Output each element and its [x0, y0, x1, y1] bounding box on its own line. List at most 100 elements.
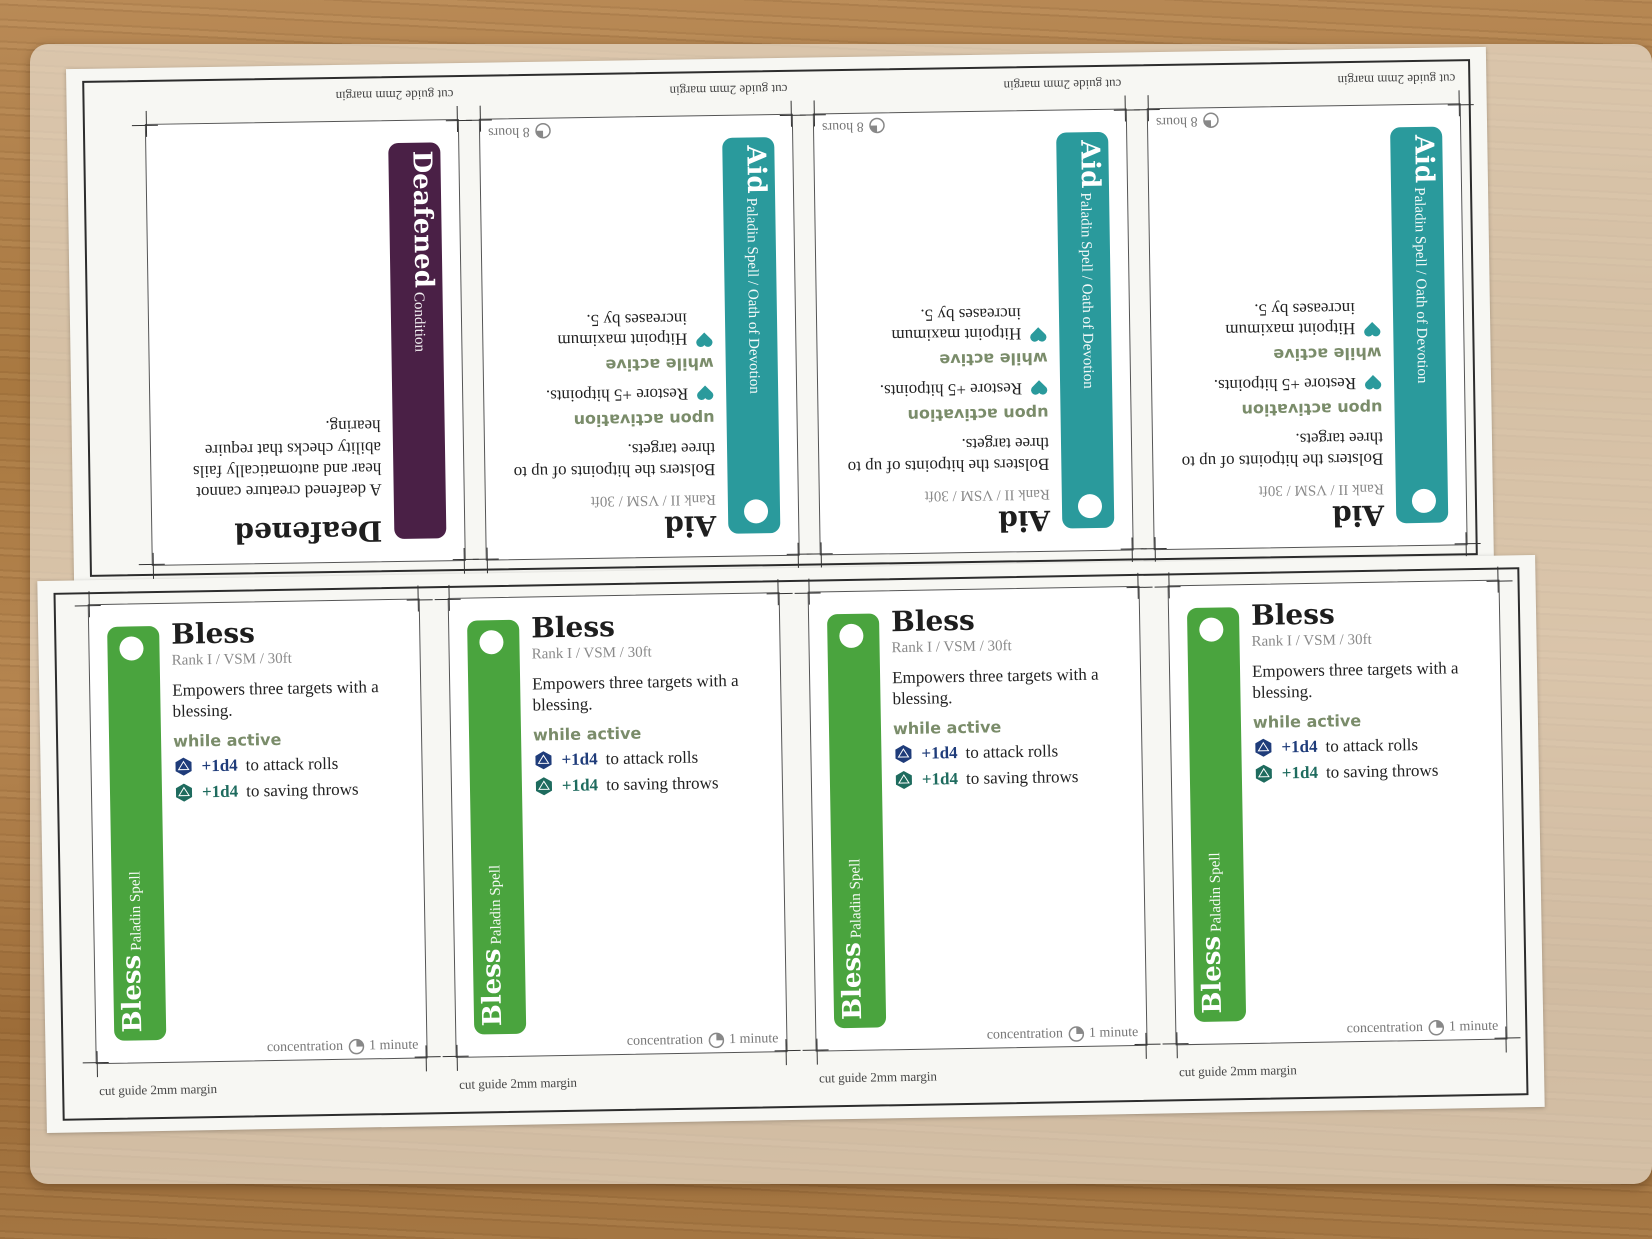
card-color-bar: Deafened Condition	[388, 142, 447, 540]
footer-label: concentration	[626, 1032, 704, 1049]
effect-bonus: +1d4	[561, 775, 599, 796]
card-description: Empowers three targets with a blessing.	[891, 664, 1099, 709]
duration: 1 minute	[728, 1031, 779, 1048]
d20-icon	[1255, 739, 1272, 758]
clock-icon	[1202, 112, 1219, 128]
clock-icon	[1068, 1026, 1084, 1042]
cut-guide-label: cut guide 2mm margin	[1337, 71, 1456, 89]
card-meta: Rank I / VSM / 30ft	[1251, 631, 1372, 650]
card-description: Empowers three targets with a blessing.	[172, 676, 379, 721]
d20-icon	[895, 771, 912, 790]
heart-icon	[696, 332, 713, 347]
duration: 1 minute	[1448, 1018, 1499, 1035]
punch-hole	[743, 499, 769, 524]
card-description: A deafened creature cannot hear and auto…	[192, 416, 382, 503]
card-title: Aid	[1331, 498, 1385, 533]
clock-icon	[534, 122, 551, 139]
punch-hole	[479, 629, 504, 655]
footer-label: concentration	[266, 1038, 344, 1056]
effect-bonus: +1d4	[561, 749, 598, 770]
card-meta: Rank II / VSM / 30ft	[924, 485, 1050, 504]
card-color-bar: Aid Paladin Spell / Oath of Devotion	[722, 137, 781, 534]
effect-text: to saving throws	[245, 779, 359, 801]
cut-guide-label: cut guide 2mm margin	[1178, 1062, 1297, 1080]
d20-icon	[1255, 765, 1272, 784]
while-active-label: while active	[1252, 711, 1362, 733]
bar-title: Bless	[116, 954, 149, 1033]
effect-bonus: +1d4	[921, 743, 958, 764]
bar-title: Bless	[1196, 935, 1229, 1014]
bar-title: Aid	[1074, 139, 1105, 189]
d20-icon	[535, 777, 553, 796]
bless-card: Bless Paladin Spell Bless Rank I / VSM / …	[87, 598, 428, 1098]
cut-guide-label: cut guide 2mm margin	[459, 1074, 578, 1092]
d20-icon	[175, 783, 193, 802]
card-color-bar: Aid Paladin Spell / Oath of Devotion	[1056, 131, 1115, 529]
upside-down-row: Aid Paladin Spell / Oath of Devotion Aid …	[66, 47, 1494, 589]
effect-text: to attack rolls	[965, 741, 1059, 763]
bar-title: Bless	[836, 942, 869, 1021]
bar-title: Aid	[1408, 134, 1439, 184]
effect-text: to attack rolls	[1325, 735, 1419, 756]
card-description: Empowers three targets with a blessing.	[1251, 658, 1459, 702]
duration: 1 minute	[368, 1037, 419, 1054]
while-effect: Hitpoint maximum increases by 5.	[891, 303, 1022, 345]
cut-guide-label: cut guide 2mm margin	[669, 81, 788, 99]
heart-icon	[1031, 380, 1048, 395]
cut-guide-label: cut guide 2mm margin	[335, 87, 454, 104]
footer-label: concentration	[1346, 1020, 1424, 1037]
effect-text: to attack rolls	[245, 754, 339, 775]
upon-effect: Restore +5 hitpoints.	[545, 384, 689, 406]
while-active-label: while active	[1273, 343, 1382, 364]
punch-hole	[1199, 617, 1224, 642]
clock-icon	[348, 1038, 364, 1055]
d20-icon	[895, 745, 912, 764]
heart-icon	[697, 385, 714, 401]
effect-text: to saving throws	[965, 767, 1079, 789]
effect-text: to attack rolls	[605, 747, 699, 769]
upon-activation-label: upon activation	[1241, 398, 1383, 420]
while-active-label: while active	[172, 730, 282, 752]
duration: 8 hours	[821, 118, 864, 135]
clock-icon	[708, 1032, 724, 1049]
card-title: Bless	[170, 616, 256, 651]
deafened-card: Deafened Condition Deafened A deafened cr…	[144, 87, 466, 566]
while-active-label: while active	[605, 353, 714, 375]
heart-icon	[1364, 321, 1381, 337]
bar-subtitle: Condition	[410, 291, 428, 353]
card-title: Bless	[530, 610, 616, 645]
card-description: Bolsters the hitpoints of up to three ta…	[513, 438, 716, 483]
bless-card: Bless Paladin Spell Bless Rank I / VSM / …	[807, 585, 1148, 1086]
d20-icon	[175, 757, 192, 776]
card-color-bar: Bless Paladin Spell	[826, 613, 887, 1029]
duration: 8 hours	[487, 123, 530, 140]
card-meta: Rank I / VSM / 30ft	[531, 644, 652, 663]
bar-subtitle: Paladin Spell / Oath of Devotion	[743, 197, 763, 395]
card-color-bar: Bless Paladin Spell	[1186, 607, 1247, 1022]
card-color-bar: Aid Paladin Spell / Oath of Devotion	[1390, 126, 1449, 524]
duration: 8 hours	[1155, 113, 1198, 130]
clock-icon	[1428, 1020, 1444, 1036]
upon-activation-label: upon activation	[907, 403, 1049, 425]
card-meta: Rank II / VSM / 30ft	[590, 491, 716, 510]
card-title: Aid	[998, 503, 1051, 538]
cut-guide-label: cut guide 2mm margin	[1003, 76, 1122, 94]
effect-bonus: +1d4	[1281, 763, 1319, 783]
top-card-sheet: Aid Paladin Spell / Oath of Devotion Aid …	[66, 46, 1494, 590]
while-effect: Hitpoint maximum increases by 5.	[557, 309, 688, 351]
card-description: Bolsters the hitpoints of up to three ta…	[847, 433, 1050, 478]
punch-hole	[1411, 488, 1437, 514]
while-active-label: while active	[892, 717, 1002, 739]
effect-bonus: +1d4	[201, 755, 238, 776]
card-title: Bless	[890, 603, 976, 639]
bar-subtitle: Paladin Spell	[1207, 852, 1225, 933]
while-active-label: while active	[532, 723, 642, 745]
bless-card: Bless Paladin Spell Bless Rank I / VSM / …	[447, 592, 788, 1092]
bar-subtitle: Paladin Spell	[127, 871, 145, 951]
card-meta: Rank I / VSM / 30ft	[171, 650, 292, 669]
card-title: Bless	[1250, 597, 1336, 632]
cut-guide-label: cut guide 2mm margin	[99, 1081, 218, 1099]
duration: 1 minute	[1088, 1024, 1139, 1041]
while-active-label: while active	[939, 348, 1048, 370]
card-meta: Rank I / VSM / 30ft	[891, 637, 1012, 657]
